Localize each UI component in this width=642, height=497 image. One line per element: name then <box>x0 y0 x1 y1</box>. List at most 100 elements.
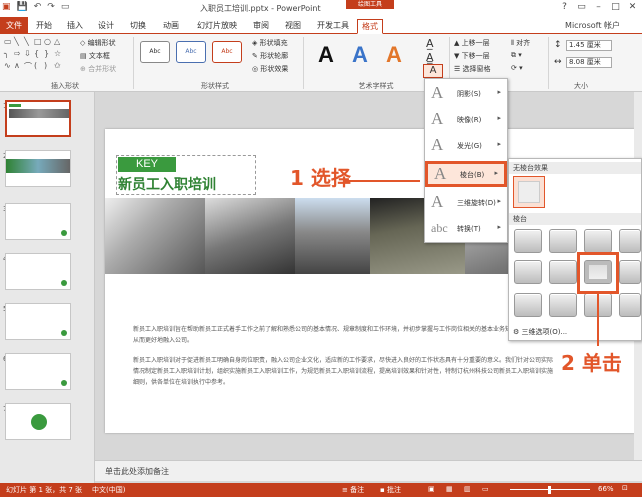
shape-style-preset[interactable]: Abc <box>212 41 242 63</box>
bring-forward-button[interactable]: ▲ 上移一层 <box>454 38 490 48</box>
rotate-icon[interactable]: ⟳ ▾ <box>511 64 523 72</box>
save-icon[interactable]: 💾 <box>17 2 28 12</box>
bracket-shape-icon[interactable]: ( <box>34 61 44 73</box>
shape-style-preset[interactable]: Abc <box>140 41 170 63</box>
minimize-icon[interactable]: – <box>591 1 606 14</box>
selection-pane-button[interactable]: ☰ 选择窗格 <box>454 64 491 74</box>
edit-shape-button[interactable]: ◇ 编辑形状 <box>80 38 116 48</box>
menu-item-3d-rotation[interactable]: A 三维旋转(D) ▸ <box>425 191 507 213</box>
wordart-style-blue[interactable]: A <box>352 42 368 68</box>
menu-item-shadow[interactable]: A 阴影(S) ▸ <box>425 82 507 104</box>
tab-file[interactable]: 文件 <box>0 17 28 34</box>
notes-toggle-button[interactable]: ≡ 备注 <box>342 485 364 495</box>
shape-style-preset[interactable]: Abc <box>176 41 206 63</box>
text-outline-icon[interactable]: A̳ <box>426 51 434 64</box>
text-effects-button[interactable]: A <box>423 64 443 78</box>
arrow-shape-icon[interactable]: ⇩ <box>24 49 34 61</box>
normal-view-icon[interactable]: ▣ <box>428 485 435 493</box>
bevel-option[interactable] <box>619 229 641 253</box>
no-bevel-option[interactable] <box>513 176 545 208</box>
rectangle-shape-icon[interactable]: ▭ <box>4 37 14 49</box>
bevel-option[interactable] <box>619 293 641 317</box>
selected-textbox-outline[interactable] <box>116 155 256 195</box>
menu-item-glow[interactable]: A 发光(G) ▸ <box>425 134 507 156</box>
3d-options-link[interactable]: ⚙ 三维选项(O)... <box>513 327 567 337</box>
slide-paragraph[interactable]: 新员工入职培训对于促进新员工明确自身岗位职责，融入公司企业文化，适应新的工作要求… <box>133 355 553 388</box>
tab-format[interactable]: 格式 <box>357 19 383 34</box>
slide-thumbnail-4[interactable] <box>5 253 71 290</box>
line-shape-icon[interactable]: ╲ <box>14 37 24 49</box>
circle-shape-icon[interactable]: ○ <box>44 37 54 49</box>
shape-outline-button[interactable]: ✎ 形状轮廓 <box>252 51 288 61</box>
ribbon-display-icon[interactable]: ▭ <box>574 1 589 14</box>
rectangle-shape-icon[interactable]: □ <box>34 37 44 49</box>
sorter-view-icon[interactable]: ▦ <box>446 485 453 493</box>
shape-height-input[interactable]: 1.45 厘米 <box>566 40 612 51</box>
align-button[interactable]: ⫴ 对齐 <box>511 38 530 48</box>
line-shape-icon[interactable]: ╲ <box>24 37 34 49</box>
account-name[interactable]: Microsoft 帐户 <box>565 20 620 31</box>
maximize-icon[interactable]: □ <box>608 1 623 14</box>
notes-pane[interactable]: 单击此处添加备注 <box>95 460 642 481</box>
help-icon[interactable]: ? <box>557 1 572 14</box>
bevel-option[interactable] <box>549 293 577 317</box>
menu-item-reflection[interactable]: A 映像(R) ▸ <box>425 108 507 130</box>
send-backward-button[interactable]: ▼ 下移一层 <box>454 51 490 61</box>
wave-shape-icon[interactable]: ∿ <box>4 61 14 73</box>
slideshow-view-icon[interactable]: ▭ <box>482 485 489 493</box>
bevel-option[interactable] <box>514 260 542 284</box>
curve-shape-icon[interactable]: ⌒ <box>24 61 34 73</box>
bracket-shape-icon[interactable]: { <box>34 49 44 61</box>
undo-icon[interactable]: ↶ <box>34 2 42 12</box>
tab-review[interactable]: 审阅 <box>249 19 273 34</box>
angle-shape-icon[interactable]: ∧ <box>14 61 24 73</box>
comments-toggle-button[interactable]: ▪ 批注 <box>380 485 401 495</box>
merge-shapes-button[interactable]: ⊕ 合并形状 <box>80 64 116 74</box>
start-presentation-icon[interactable]: ▭ <box>61 2 70 12</box>
close-icon[interactable]: ✕ <box>625 1 640 14</box>
redo-icon[interactable]: ↷ <box>47 2 55 12</box>
slide-thumbnail-1[interactable] <box>5 100 71 137</box>
tab-transitions[interactable]: 切换 <box>126 19 150 34</box>
tab-developer[interactable]: 开发工具 <box>313 19 353 34</box>
bracket-shape-icon[interactable]: ) <box>44 61 54 73</box>
slide-thumbnail-7[interactable] <box>5 403 71 440</box>
text-fill-icon[interactable]: A̲ <box>426 37 434 50</box>
shape-width-input[interactable]: 8.08 厘米 <box>566 57 612 68</box>
wordart-style-orange[interactable]: A <box>386 42 402 68</box>
slide-thumbnail-3[interactable] <box>5 203 71 240</box>
arrow-shape-icon[interactable]: ⇨ <box>14 49 24 61</box>
tab-home[interactable]: 开始 <box>32 19 56 34</box>
slide-paragraph[interactable]: 新员工入职培训旨在帮助新员工正式着手工作之前了解和熟悉公司的基本情况、规章制度和… <box>133 324 553 346</box>
zoom-level[interactable]: 66% <box>598 485 614 493</box>
tab-slideshow[interactable]: 幻灯片放映 <box>193 19 241 34</box>
bracket-shape-icon[interactable]: } <box>44 49 54 61</box>
wordart-style-black[interactable]: A <box>318 42 334 68</box>
shape-fill-button[interactable]: ◈ 形状填充 <box>252 38 288 48</box>
reading-view-icon[interactable]: ▥ <box>464 485 471 493</box>
menu-item-transform[interactable]: abc 转换(T) ▸ <box>425 217 507 239</box>
bevel-option[interactable] <box>549 260 577 284</box>
slide-thumbnail-2[interactable] <box>5 150 71 187</box>
shapes-gallery[interactable]: ▭ ╲ ╲ □ ○ △ ╮ ⇨ ⇩ { } ☆ ∿ ∧ ⌒ ( ) ✩ <box>4 37 64 75</box>
slide-thumbnail-6[interactable] <box>5 353 71 390</box>
bevel-option[interactable] <box>514 229 542 253</box>
star-shape-icon[interactable]: ✩ <box>54 61 64 73</box>
language-indicator[interactable]: 中文(中国) <box>92 485 125 495</box>
tab-insert[interactable]: 插入 <box>63 19 87 34</box>
bevel-option[interactable] <box>514 293 542 317</box>
tab-animations[interactable]: 动画 <box>159 19 183 34</box>
tab-design[interactable]: 设计 <box>94 19 118 34</box>
tab-view[interactable]: 视图 <box>281 19 305 34</box>
bevel-option[interactable] <box>584 229 612 253</box>
star-shape-icon[interactable]: ☆ <box>54 49 64 61</box>
slide-thumbnail-5[interactable] <box>5 303 71 340</box>
line-shape-icon[interactable]: ╮ <box>4 49 14 61</box>
shape-effects-button[interactable]: ◎ 形状效果 <box>252 64 288 74</box>
group-objects-icon[interactable]: ⧉ ▾ <box>511 51 522 60</box>
fit-to-window-icon[interactable]: ⊡ <box>622 484 628 492</box>
zoom-slider-handle[interactable] <box>548 486 551 494</box>
text-box-button[interactable]: ▤ 文本框 <box>80 51 110 61</box>
bevel-option[interactable] <box>549 229 577 253</box>
bevel-option[interactable] <box>619 260 641 284</box>
